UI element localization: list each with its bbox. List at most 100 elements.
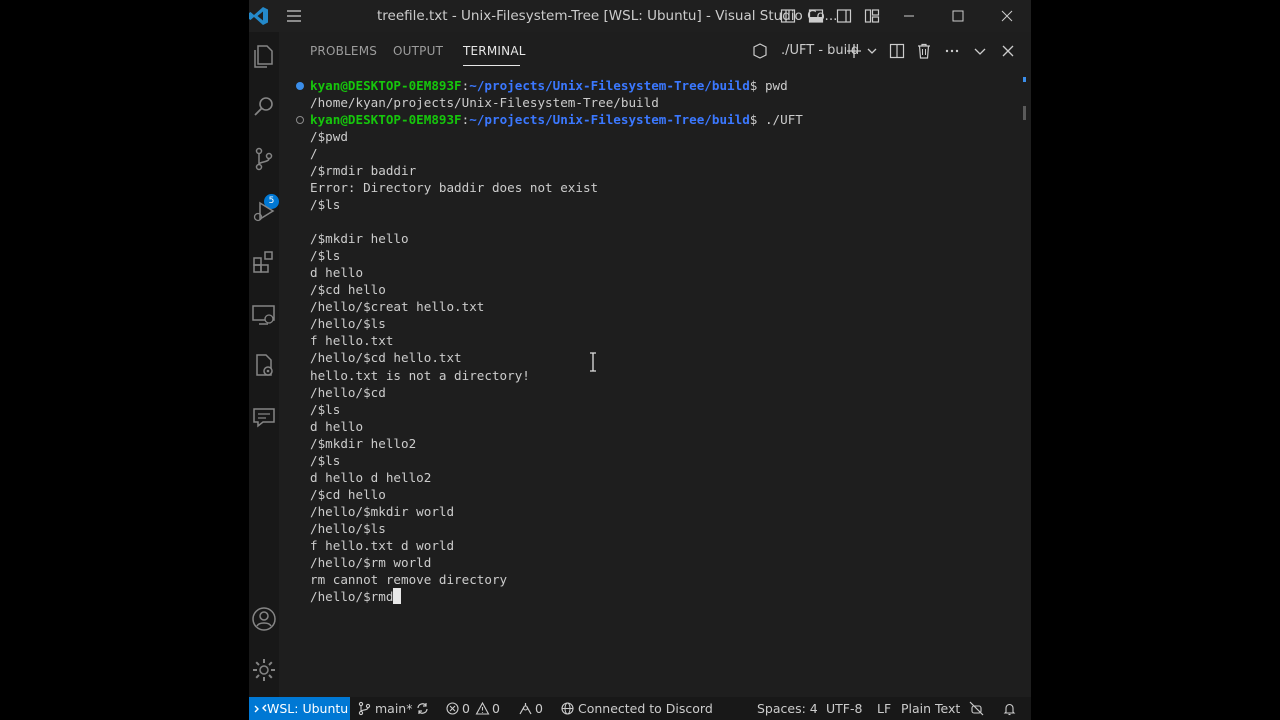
- prompt-path: ~/projects/Unix-Filesystem-Tree/build: [469, 112, 750, 127]
- error-count[interactable]: 0: [462, 701, 470, 716]
- terminal-line: d hello: [310, 419, 364, 434]
- run-and-debug-icon[interactable]: [250, 197, 278, 225]
- chevron-down-icon[interactable]: [863, 42, 881, 60]
- customize-layout-icon[interactable]: [864, 8, 880, 24]
- terminal-line: /$rmdir baddir: [310, 163, 417, 178]
- command-success-decoration[interactable]: [296, 82, 304, 90]
- terminal-line: /$mkdir hello: [310, 231, 409, 246]
- toggle-panel-icon[interactable]: [808, 8, 824, 24]
- toggle-primary-sidebar-icon[interactable]: [780, 8, 796, 24]
- maximize-icon[interactable]: [950, 8, 966, 24]
- toggle-secondary-sidebar-icon[interactable]: [836, 8, 852, 24]
- git-branch[interactable]: main*: [375, 701, 412, 716]
- panel-header: PROBLEMS OUTPUT TERMINAL ./UFT - build: [279, 32, 1031, 70]
- terminal-line: /$pwd: [310, 129, 348, 144]
- accounts-icon[interactable]: [250, 605, 278, 633]
- search-icon[interactable]: [250, 93, 278, 121]
- new-terminal-icon[interactable]: [845, 42, 863, 60]
- tab-problems[interactable]: PROBLEMS: [310, 44, 377, 58]
- title-bar: treefile.txt - Unix-Filesystem-Tree [WSL…: [249, 0, 1031, 32]
- warning-icon: [475, 701, 490, 715]
- kill-terminal-icon[interactable]: [915, 42, 933, 60]
- terminal-line: /hello/$cd: [310, 385, 386, 400]
- prompt-user: kyan@DESKTOP-0EM893F: [310, 78, 462, 93]
- scrollbar-marker: [1023, 77, 1026, 82]
- warning-count[interactable]: 0: [492, 701, 500, 716]
- activity-bar: 5: [249, 32, 279, 697]
- text-cursor-icon: [590, 352, 596, 372]
- terminal-prompt-line: kyan@DESKTOP-0EM893F:~/projects/Unix-Fil…: [310, 77, 788, 94]
- ports-count[interactable]: 0: [535, 701, 543, 716]
- menu-icon[interactable]: [285, 7, 303, 25]
- window-title: treefile.txt - Unix-Filesystem-Tree [WSL…: [377, 8, 838, 24]
- status-bar: WSL: Ubuntu main* 0 0 0 Connected to Dis…: [249, 697, 1031, 720]
- terminal-output[interactable]: kyan@DESKTOP-0EM893F:~/projects/Unix-Fil…: [279, 70, 1031, 697]
- remote-icon: [254, 704, 267, 713]
- terminal-line: /$ls: [310, 402, 341, 417]
- remote-explorer-icon[interactable]: [250, 300, 278, 328]
- terminal-line: f hello.txt: [310, 333, 394, 348]
- terminal-line: /$cd hello: [310, 487, 386, 502]
- eol-status[interactable]: LF: [877, 701, 891, 716]
- split-terminal-icon[interactable]: [888, 42, 906, 60]
- sync-icon[interactable]: [415, 701, 430, 716]
- terminal-line: /hello/$cd hello.txt: [310, 350, 462, 365]
- close-panel-icon[interactable]: [999, 42, 1017, 60]
- terminal-prompt-line: kyan@DESKTOP-0EM893F:~/projects/Unix-Fil…: [310, 111, 803, 128]
- more-actions-icon[interactable]: [943, 42, 961, 60]
- minimize-icon[interactable]: [901, 8, 917, 24]
- terminal-line: /$ls: [310, 197, 341, 212]
- indentation-status[interactable]: Spaces: 4: [757, 701, 818, 716]
- tab-terminal[interactable]: TERMINAL: [463, 44, 526, 58]
- language-mode[interactable]: Plain Text: [901, 701, 960, 716]
- notifications-bell-icon[interactable]: [1002, 701, 1017, 716]
- terminal-line: /: [310, 146, 318, 161]
- terminal-line: /hello/$mkdir world: [310, 504, 455, 519]
- terminal-line: rm cannot remove directory: [310, 572, 508, 587]
- docker-settings-icon[interactable]: [250, 352, 278, 380]
- terminal-line: /hello/$ls: [310, 316, 386, 331]
- ports-icon: [519, 703, 532, 715]
- prompt-command: $ ./UFT: [749, 112, 803, 127]
- encoding-status[interactable]: UTF-8: [826, 701, 862, 716]
- terminal-line: /$cd hello: [310, 282, 386, 297]
- extensions-icon[interactable]: [250, 248, 278, 276]
- terminal-profile-icon: [753, 43, 767, 59]
- terminal-line: f hello.txt d world: [310, 538, 455, 553]
- terminal-line: d hello: [310, 265, 364, 280]
- active-tab-indicator: [463, 65, 520, 66]
- terminal-line: /$mkdir hello2: [310, 436, 417, 451]
- vscode-logo-icon: [249, 7, 268, 25]
- terminal-line: /hello/$ls: [310, 521, 386, 536]
- remote-indicator[interactable]: WSL: Ubuntu: [249, 697, 350, 720]
- terminal-input-line[interactable]: /hello/$rmd: [310, 588, 402, 605]
- terminal-line: /hello/$creat hello.txt: [310, 299, 485, 314]
- close-window-icon[interactable]: [999, 8, 1015, 24]
- terminal-cursor: [393, 588, 402, 604]
- prompt-path: ~/projects/Unix-Filesystem-Tree/build: [469, 78, 750, 93]
- terminal-line: /hello/$rm world: [310, 555, 432, 570]
- prompt-user: kyan@DESKTOP-0EM893F: [310, 112, 462, 127]
- terminal-current-input: /hello/$rmd: [310, 589, 394, 604]
- terminal-line: /$ls: [310, 248, 341, 263]
- explorer-icon[interactable]: [250, 42, 278, 70]
- source-control-icon[interactable]: [250, 145, 278, 173]
- error-icon: [446, 702, 459, 715]
- manage-gear-icon[interactable]: [250, 656, 278, 684]
- globe-icon: [561, 702, 574, 715]
- discord-status[interactable]: Connected to Discord: [578, 701, 713, 716]
- terminal-line: Error: Directory baddir does not exist: [310, 180, 599, 195]
- prompt-command: $ pwd: [749, 78, 788, 93]
- terminal-scrollbar-thumb[interactable]: [1023, 106, 1026, 120]
- comments-icon[interactable]: [250, 403, 278, 431]
- terminal-line: d hello d hello2: [310, 470, 432, 485]
- maximize-panel-chevron-icon[interactable]: [971, 42, 989, 60]
- remote-label: WSL: Ubuntu: [267, 701, 349, 716]
- command-running-decoration[interactable]: [296, 116, 304, 124]
- terminal-line: hello.txt is not a directory!: [310, 368, 530, 383]
- git-branch-icon: [358, 701, 371, 716]
- copilot-disabled-icon[interactable]: [969, 701, 984, 716]
- tab-output[interactable]: OUTPUT: [393, 44, 443, 58]
- terminal-line: /$ls: [310, 453, 341, 468]
- terminal-line: /home/kyan/projects/Unix-Filesystem-Tree…: [310, 95, 659, 110]
